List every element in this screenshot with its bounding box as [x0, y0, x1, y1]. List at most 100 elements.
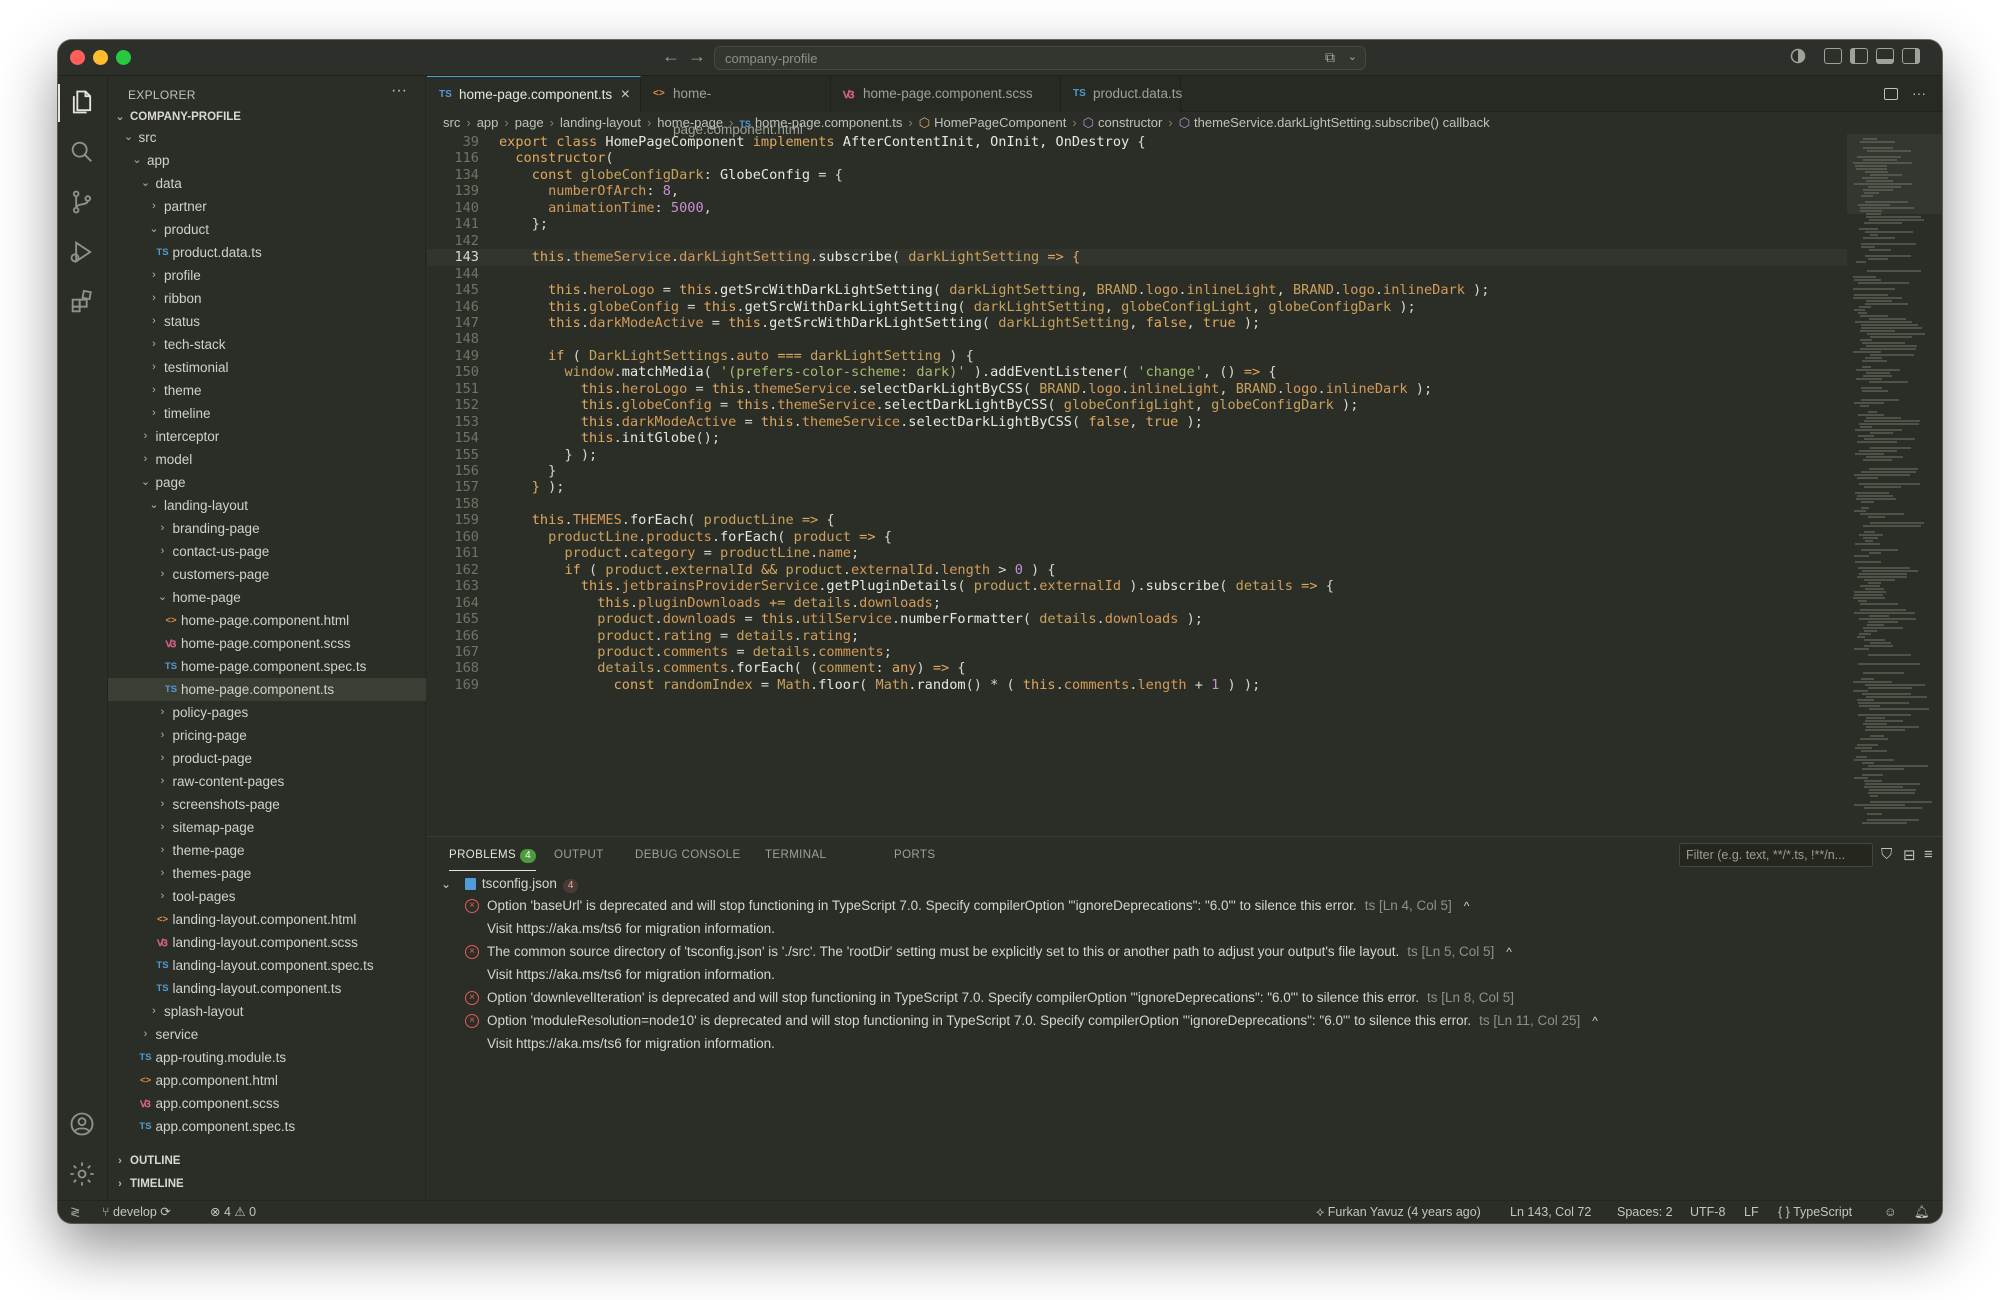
tree-folder[interactable]: › partner: [108, 195, 426, 218]
tree-folder[interactable]: › timeline: [108, 402, 426, 425]
language-mode[interactable]: { } TypeScript: [1778, 1201, 1852, 1223]
tree-folder[interactable]: › sitemap-page: [108, 816, 426, 839]
tree-folder[interactable]: › service: [108, 1023, 426, 1046]
tree-folder[interactable]: › interceptor: [108, 425, 426, 448]
problem-item[interactable]: × Option 'moduleResolution=node10' is dep…: [465, 1010, 1598, 1032]
tree-folder[interactable]: › ribbon: [108, 287, 426, 310]
tree-folder[interactable]: ⌄ app: [108, 149, 426, 172]
code-line[interactable]: 154 this.initGlobe();: [427, 430, 1847, 446]
tab-debug-console[interactable]: DEBUG CONSOLE: [635, 849, 741, 861]
accounts-icon[interactable]: [68, 1110, 98, 1140]
explorer-files-icon[interactable]: [68, 88, 98, 118]
remote-icon[interactable]: ≷: [70, 1201, 80, 1223]
tab-problems[interactable]: PROBLEMS 4: [449, 849, 537, 871]
code-line[interactable]: 162 if ( product.externalId && product.e…: [427, 562, 1847, 578]
code-line[interactable]: 141 };: [427, 216, 1847, 232]
tree-file[interactable]: ꟃ home-page.component.scss: [108, 632, 426, 655]
tree-folder[interactable]: › pricing-page: [108, 724, 426, 747]
view-as-list-icon[interactable]: ≡: [1924, 846, 1933, 863]
tab-output[interactable]: OUTPUT: [554, 849, 604, 861]
code-line[interactable]: 167 product.comments = details.comments;: [427, 644, 1847, 660]
problem-detail[interactable]: Visit https://aka.ms/ts6 for migration i…: [487, 964, 775, 986]
expand-caret-icon[interactable]: ^: [1464, 899, 1470, 913]
code-line[interactable]: 149 if ( DarkLightSettings.auto === dark…: [427, 348, 1847, 364]
minimize-window-button[interactable]: [93, 50, 108, 65]
tree-folder[interactable]: ⌄ page: [108, 471, 426, 494]
tree-file[interactable]: ꟃ landing-layout.component.scss: [108, 931, 426, 954]
problem-item[interactable]: × Option 'baseUrl' is deprecated and will…: [465, 895, 1469, 917]
filter-funnel-icon[interactable]: ⛉: [1881, 846, 1892, 863]
tree-folder[interactable]: › tech-stack: [108, 333, 426, 356]
more-actions-icon[interactable]: ···: [391, 82, 407, 100]
editor-tab[interactable]: TS product.data.ts: [1061, 76, 1182, 112]
tree-folder[interactable]: ⌄ home-page: [108, 586, 426, 609]
back-arrow-icon[interactable]: ←: [662, 46, 680, 67]
code-line[interactable]: 151 this.heroLogo = this.themeService.se…: [427, 381, 1847, 397]
code-line[interactable]: 147 this.darkModeActive = this.getSrcWit…: [427, 315, 1847, 331]
problem-detail[interactable]: Visit https://aka.ms/ts6 for migration i…: [487, 918, 775, 940]
code-line[interactable]: 134 const globeConfigDark: GlobeConfig =…: [427, 167, 1847, 183]
tab-terminal[interactable]: TERMINAL: [765, 849, 826, 861]
tab-ports[interactable]: PORTS: [894, 849, 935, 861]
forward-arrow-icon[interactable]: →: [688, 46, 706, 67]
collapse-all-icon[interactable]: ⊟: [1903, 846, 1916, 864]
code-line[interactable]: 155 } );: [427, 447, 1847, 463]
expand-caret-icon[interactable]: ^: [1506, 945, 1512, 959]
tree-folder[interactable]: › contact-us-page: [108, 540, 426, 563]
problem-item[interactable]: × Option 'downlevelIteration' is deprecat…: [465, 987, 1514, 1009]
code-line[interactable]: 150 window.matchMedia( '(prefers-color-s…: [427, 364, 1847, 380]
code-editor[interactable]: 39 export class HomePageComponent impleme…: [427, 134, 1847, 836]
tree-folder[interactable]: › splash-layout: [108, 1000, 426, 1023]
problems-filter-input[interactable]: Filter (e.g. text, **/*.ts, !**/n...: [1679, 843, 1873, 867]
tree-file[interactable]: TS home-page.component.ts: [108, 678, 426, 701]
editor-tab[interactable]: <> home-page.component.html: [641, 76, 831, 137]
tree-folder[interactable]: › policy-pages: [108, 701, 426, 724]
command-center-search[interactable]: company-profile ⧉ ⌄: [714, 46, 1366, 70]
tree-file[interactable]: <> landing-layout.component.html: [108, 908, 426, 931]
code-line[interactable]: 144: [427, 266, 1847, 282]
tree-file[interactable]: <> app.component.html: [108, 1069, 426, 1092]
code-line[interactable]: 146 this.globeConfig = this.getSrcWithDa…: [427, 299, 1847, 315]
toggle-primary-sidebar-icon[interactable]: [1850, 48, 1868, 64]
problems-status-item[interactable]: ⊗ 4 ⚠ 0: [210, 1201, 256, 1223]
expand-caret-icon[interactable]: ^: [1592, 1014, 1598, 1028]
tree-folder[interactable]: › screenshots-page: [108, 793, 426, 816]
timeline-section[interactable]: › TIMELINE: [108, 1173, 426, 1196]
problem-detail[interactable]: Visit https://aka.ms/ts6 for migration i…: [487, 1033, 775, 1055]
code-line[interactable]: 159 this.THEMES.forEach( productLine => …: [427, 512, 1847, 528]
tree-folder[interactable]: ⌄ src: [108, 126, 426, 149]
problem-file-group[interactable]: ⌄ tsconfig.json 4: [441, 873, 579, 895]
tree-file[interactable]: TS landing-layout.component.ts: [108, 977, 426, 1000]
chevron-down-icon[interactable]: ⌄: [1348, 50, 1357, 63]
toggle-panel-icon[interactable]: [1876, 48, 1894, 64]
breadcrumb-item[interactable]: home-page: [657, 115, 723, 130]
breadcrumb-item[interactable]: landing-layout: [560, 115, 641, 130]
tree-file[interactable]: TS product.data.ts: [108, 241, 426, 264]
code-line[interactable]: 140 animationTime: 5000,: [427, 200, 1847, 216]
run-debug-icon[interactable]: [68, 238, 98, 268]
code-line[interactable]: 139 numberOfArch: 8,: [427, 183, 1847, 199]
code-line[interactable]: 39 export class HomePageComponent impleme…: [427, 134, 1847, 150]
notifications-bell-icon[interactable]: 🔔︎: [1914, 1201, 1930, 1223]
accounts-pie-icon[interactable]: [1790, 48, 1808, 64]
code-line[interactable]: 157 } );: [427, 479, 1847, 495]
tree-folder[interactable]: ⌄ data: [108, 172, 426, 195]
tree-folder[interactable]: › theme: [108, 379, 426, 402]
code-line[interactable]: 158: [427, 496, 1847, 512]
editor-tab[interactable]: TS home-page.component.ts ×: [427, 76, 641, 112]
cursor-position[interactable]: Ln 143, Col 72: [1510, 1201, 1591, 1223]
tree-folder[interactable]: › profile: [108, 264, 426, 287]
tree-file[interactable]: TS home-page.component.spec.ts: [108, 655, 426, 678]
more-actions-icon[interactable]: ···: [1912, 85, 1926, 101]
breadcrumb-item[interactable]: ⬡ constructor: [1083, 115, 1163, 130]
code-line[interactable]: 161 product.category = productLine.name;: [427, 545, 1847, 561]
maximize-window-button[interactable]: [116, 50, 131, 65]
tree-folder[interactable]: ⌄ product: [108, 218, 426, 241]
breadcrumb-item[interactable]: page: [515, 115, 544, 130]
code-line[interactable]: 169 const randomIndex = Math.floor( Math…: [427, 677, 1847, 693]
code-line[interactable]: 148: [427, 331, 1847, 347]
breadcrumb-item[interactable]: ⬡ themeService.darkLightSetting.subscribe…: [1179, 115, 1490, 130]
tree-folder[interactable]: › themes-page: [108, 862, 426, 885]
tree-folder[interactable]: › product-page: [108, 747, 426, 770]
tree-file[interactable]: ꟃ app.component.scss: [108, 1092, 426, 1115]
